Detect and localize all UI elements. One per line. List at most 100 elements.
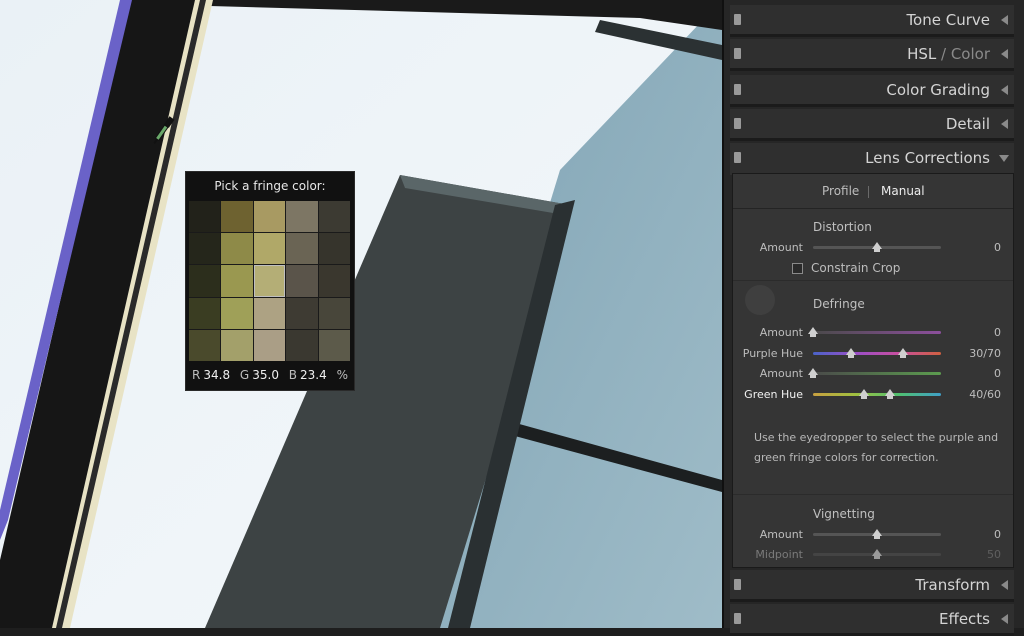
develop-right-panel: Tone Curve HSL / Color Color Grading Det… (722, 0, 1024, 636)
panel-toggle-switch[interactable] (734, 579, 741, 590)
green-hue-value[interactable]: 40/60 (941, 388, 1001, 401)
fringe-swatch (221, 233, 253, 265)
fringe-swatch (286, 201, 318, 233)
section-title: Tone Curve (906, 11, 990, 29)
panel-toggle-switch[interactable] (734, 84, 741, 95)
purple-amount-slider[interactable] (808, 327, 941, 337)
fringe-swatch (189, 297, 221, 329)
green-amount-slider[interactable] (808, 368, 941, 378)
section-header-color-grading[interactable]: Color Grading (730, 75, 1014, 107)
fringe-color-picker-popup: Pick a fringe color: R 34.8 G 35.0 B 23.4 % (185, 171, 355, 391)
slider-thumb-low[interactable] (859, 389, 870, 399)
purple-amount-value[interactable]: 0 (941, 326, 1001, 339)
lens-corrections-tabs: Profile Manual (733, 174, 1013, 209)
section-title: Effects (939, 610, 990, 628)
vignetting-midpoint-value[interactable]: 50 (941, 548, 1001, 561)
collapse-arrow-icon (1001, 580, 1008, 590)
slider-thumb[interactable] (808, 327, 818, 337)
g-value: 35.0 (252, 368, 279, 382)
fringe-swatch (189, 329, 221, 361)
slider-thumb-high[interactable] (884, 389, 895, 399)
b-label: B (288, 368, 298, 382)
purple-amount-label: Amount (759, 326, 803, 339)
fringe-rgb-readout: R 34.8 G 35.0 B 23.4 % (186, 368, 354, 382)
panel-toggle-switch[interactable] (734, 48, 741, 59)
fringe-swatch (189, 265, 221, 297)
fringe-swatch (318, 297, 350, 329)
panel-toggle-switch[interactable] (734, 613, 741, 624)
hsl-tab[interactable]: HSL (907, 45, 936, 63)
green-hue-label: Green Hue (744, 388, 803, 401)
distortion-amount-value[interactable]: 0 (941, 241, 1001, 254)
photo-canvas[interactable]: Pick a fringe color: R 34.8 G 35.0 B 23.4 % (0, 0, 722, 628)
tab-separator (868, 186, 869, 198)
collapse-arrow-icon (1001, 49, 1008, 59)
section-header-tone-curve[interactable]: Tone Curve (730, 5, 1014, 37)
panel-toggle-switch[interactable] (734, 118, 741, 129)
panel-toggle-switch[interactable] (734, 14, 741, 25)
panel-toggle-switch[interactable] (734, 152, 741, 163)
constrain-crop-checkbox[interactable] (792, 263, 803, 274)
vignetting-label: Vignetting (813, 507, 875, 521)
fringe-swatch (318, 233, 350, 265)
color-tab[interactable]: Color (951, 45, 990, 63)
expand-arrow-icon (999, 155, 1009, 162)
defringe-label: Defringe (813, 297, 865, 311)
fringe-swatch (189, 233, 221, 265)
fringe-swatch (318, 329, 350, 361)
fringe-swatch (286, 329, 318, 361)
fringe-swatch (253, 265, 286, 297)
slider-thumb[interactable] (872, 529, 882, 539)
fringe-swatch (286, 265, 318, 297)
section-header-hsl-color[interactable]: HSL / Color (730, 39, 1014, 71)
fringe-swatch (189, 201, 221, 233)
slider-thumb[interactable] (872, 242, 882, 252)
section-header-detail[interactable]: Detail (730, 109, 1014, 141)
section-title: Detail (945, 115, 990, 133)
lens-corrections-body: Profile Manual Distortion Amount 0 Const… (732, 173, 1014, 568)
green-amount-value[interactable]: 0 (941, 367, 1001, 380)
fringe-swatch (318, 265, 350, 297)
photo-image (0, 0, 722, 628)
vignetting-midpoint-slider[interactable] (813, 549, 941, 559)
defringe-help-text: Use the eyedropper to select the purple … (754, 431, 999, 464)
fringe-swatch (221, 329, 253, 361)
slider-thumb[interactable] (872, 549, 882, 559)
r-value: 34.8 (203, 368, 231, 382)
collapse-arrow-icon (1001, 614, 1008, 624)
section-header-effects[interactable]: Effects (730, 604, 1014, 636)
vignetting-amount-label: Amount (759, 528, 803, 541)
tab-profile[interactable]: Profile (822, 184, 859, 198)
fringe-swatch (253, 297, 286, 329)
section-title: Lens Corrections (865, 149, 990, 167)
vignetting-amount-value[interactable]: 0 (941, 528, 1001, 541)
b-value: 23.4 (300, 368, 327, 382)
purple-hue-value[interactable]: 30/70 (941, 347, 1001, 360)
fringe-swatch (221, 297, 253, 329)
vignetting-midpoint-label: Midpoint (755, 548, 803, 561)
collapse-arrow-icon (1001, 15, 1008, 25)
fringe-eyedropper-well[interactable] (745, 285, 775, 315)
fringe-swatch (221, 201, 253, 233)
section-title: Transform (915, 576, 990, 594)
slider-thumb[interactable] (808, 368, 818, 378)
slider-thumb-high[interactable] (897, 348, 908, 358)
collapse-arrow-icon (1001, 85, 1008, 95)
green-hue-slider[interactable] (813, 389, 941, 399)
fringe-swatch (318, 201, 350, 233)
tab-manual[interactable]: Manual (881, 184, 925, 198)
fringe-swatch (253, 201, 286, 233)
slider-thumb-low[interactable] (846, 348, 857, 358)
fringe-picker-title: Pick a fringe color: (214, 179, 326, 193)
section-header-transform[interactable]: Transform (730, 570, 1014, 602)
r-label: R (192, 368, 201, 382)
fringe-swatch-grid (189, 201, 350, 361)
purple-hue-slider[interactable] (813, 348, 941, 358)
section-header-lens-corrections[interactable]: Lens Corrections (730, 143, 1014, 175)
vignetting-amount-slider[interactable] (813, 529, 941, 539)
distortion-amount-slider[interactable] (813, 242, 941, 252)
divider (733, 280, 1013, 281)
hsl-separator: / (936, 45, 951, 63)
constrain-crop-label[interactable]: Constrain Crop (811, 261, 900, 275)
fringe-swatch (286, 233, 318, 265)
